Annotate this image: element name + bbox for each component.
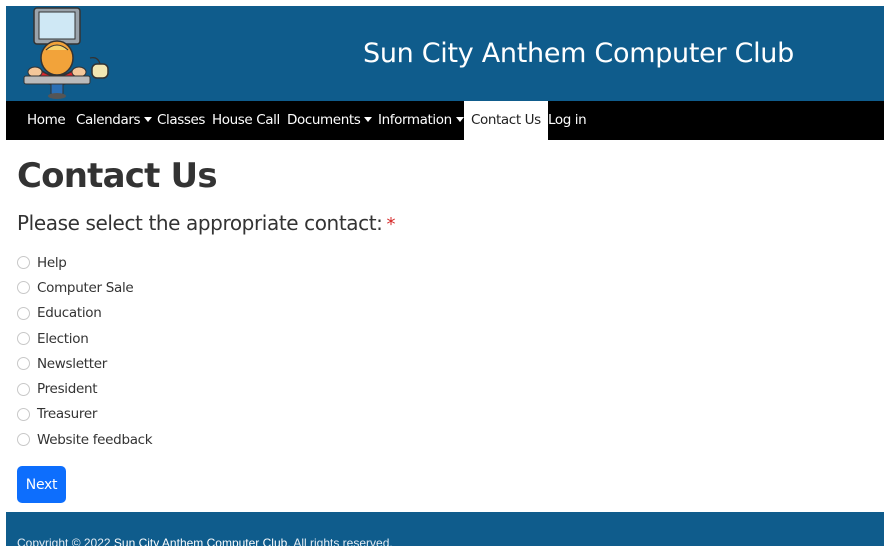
option-computer-sale[interactable]: Computer Sale (17, 275, 152, 300)
nav-house-call[interactable]: House Call (212, 101, 280, 140)
nav-contact-us[interactable]: Contact Us (464, 101, 548, 140)
nav-log-in-label: Log in (548, 112, 587, 128)
option-treasurer[interactable]: Treasurer (17, 402, 152, 427)
option-label: Education (37, 305, 102, 322)
radio-button[interactable] (17, 332, 30, 346)
radio-button[interactable] (17, 407, 30, 421)
main-navbar: Home Calendars Classes House Call Docume… (6, 101, 884, 140)
option-website-feedback[interactable]: Website feedback (17, 427, 153, 452)
option-label: Treasurer (37, 406, 98, 423)
radio-button[interactable] (17, 382, 30, 396)
option-label: Election (37, 330, 89, 347)
caret-down-icon (144, 116, 153, 122)
nav-house-call-label: House Call (212, 112, 280, 128)
contact-question: Please select the appropriate contact: * (17, 211, 396, 235)
footer-club-link[interactable]: Sun City Anthem Computer Club (114, 536, 287, 546)
next-button[interactable]: Next (17, 466, 66, 503)
computer-user-logo-icon[interactable] (16, 6, 116, 101)
nav-home[interactable]: Home (27, 101, 66, 140)
option-help[interactable]: Help (17, 250, 152, 275)
site-footer: Copyright © 2022 Sun City Anthem Compute… (6, 512, 884, 546)
nav-contact-us-label: Contact Us (471, 112, 541, 128)
option-education[interactable]: Education (17, 301, 152, 326)
option-label: Computer Sale (37, 279, 134, 296)
caret-down-icon (364, 116, 373, 122)
option-president[interactable]: President (17, 376, 152, 401)
radio-button[interactable] (17, 433, 30, 447)
option-newsletter[interactable]: Newsletter (17, 351, 152, 376)
radio-button[interactable] (17, 306, 30, 320)
option-election[interactable]: Election (17, 326, 152, 351)
nav-home-label: Home (27, 112, 66, 128)
site-header: Sun City Anthem Computer Club (6, 6, 884, 101)
option-label: President (37, 381, 98, 398)
nav-calendars-label: Calendars (76, 112, 141, 128)
nav-classes-label: Classes (157, 112, 206, 128)
nav-classes[interactable]: Classes (157, 101, 205, 140)
contact-question-label: Please select the appropriate contact: (17, 211, 383, 235)
nav-documents[interactable]: Documents (287, 101, 373, 140)
nav-documents-label: Documents (287, 112, 361, 128)
contact-options: Help Computer Sale Education Election Ne… (17, 250, 153, 452)
required-marker: * (386, 214, 396, 235)
option-label: Newsletter (37, 355, 107, 372)
option-label: Website feedback (37, 431, 153, 448)
radio-button[interactable] (17, 256, 30, 270)
radio-button[interactable] (17, 281, 30, 295)
option-label: Help (37, 254, 67, 271)
page-title: Contact Us (17, 156, 218, 196)
footer-prefix: Copyright © 2022 (17, 536, 111, 546)
nav-information-label: Information (378, 112, 452, 128)
nav-information[interactable]: Information (378, 101, 464, 140)
footer-suffix: . All rights reserved. (287, 536, 393, 546)
site-title: Sun City Anthem Computer Club (363, 38, 794, 69)
page-frame: Sun City Anthem Computer Club Home Calen… (6, 6, 884, 546)
nav-calendars[interactable]: Calendars (76, 101, 153, 140)
radio-button[interactable] (17, 357, 30, 371)
footer-copyright: Copyright © 2022 Sun City Anthem Compute… (17, 536, 393, 546)
caret-down-icon (455, 116, 464, 122)
nav-log-in[interactable]: Log in (548, 101, 587, 140)
